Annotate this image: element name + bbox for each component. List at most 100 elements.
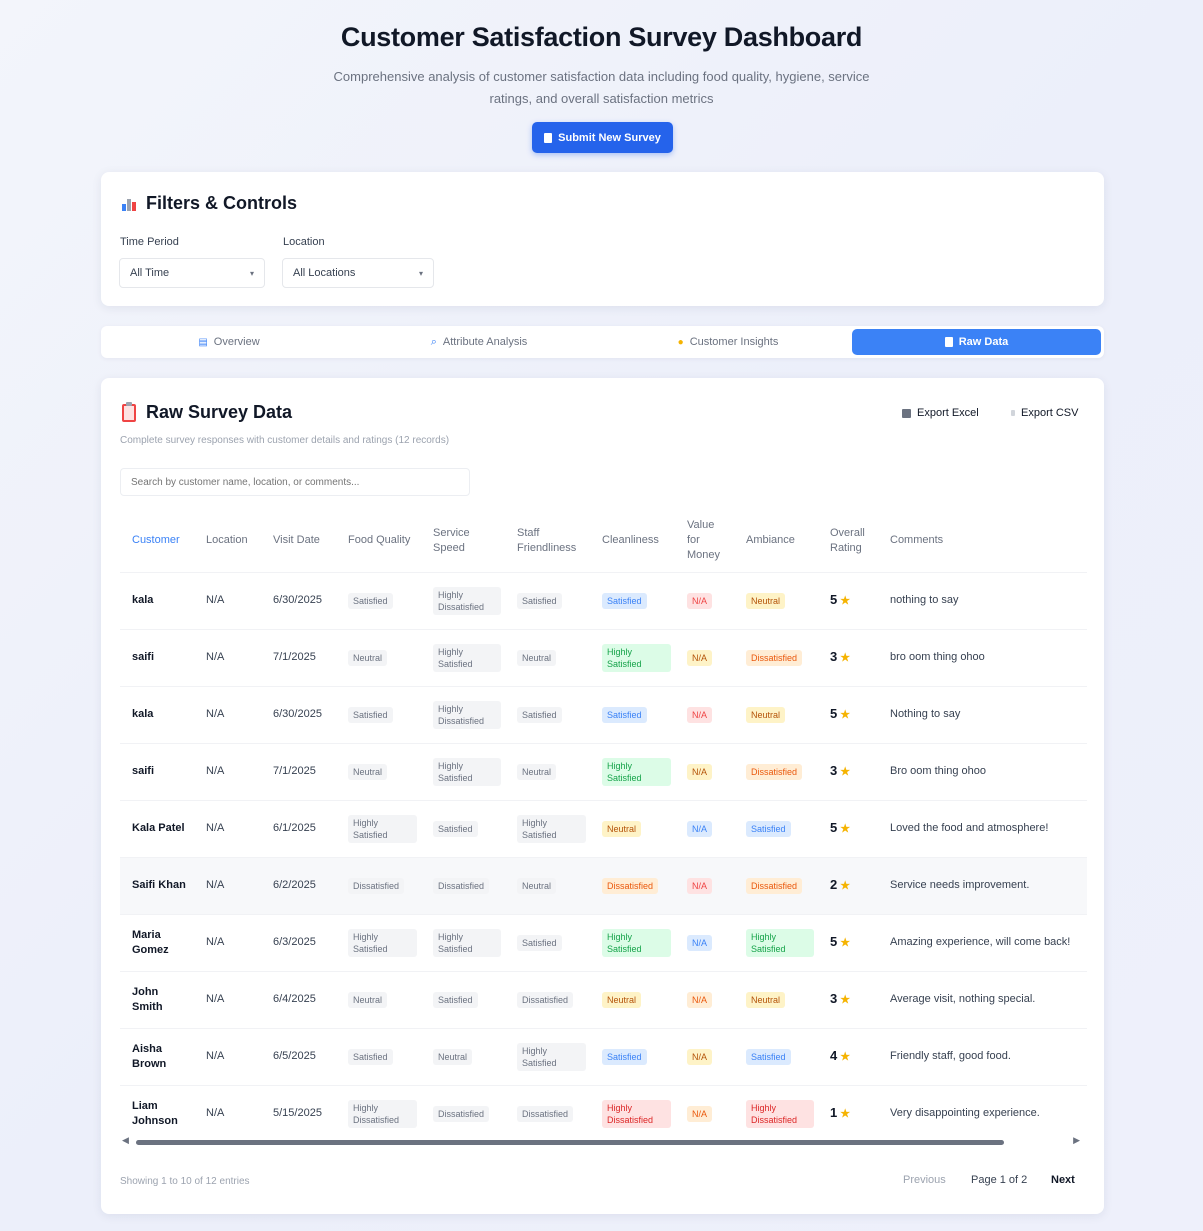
submit-new-survey-button[interactable]: Submit New Survey	[532, 122, 673, 153]
food-cell: Highly Satisfied	[336, 913, 421, 971]
rating-badge: Dissatisfied	[433, 877, 490, 894]
customer-cell: saifi	[120, 742, 194, 800]
rating-badge: N/A	[687, 934, 713, 951]
customer-cell: kala	[120, 685, 194, 743]
column-header[interactable]: Location	[194, 510, 261, 572]
scroll-right-icon[interactable]: ▶	[1073, 1135, 1080, 1146]
table-row[interactable]: John Smith N/A 6/4/2025 Neutral Satisfied Dis…	[120, 970, 1087, 1028]
food-cell: Satisfied	[336, 571, 421, 629]
page-subtitle: Comprehensive analysis of customer satis…	[333, 69, 870, 106]
clean-cell: Highly Dissatisfied	[590, 1084, 675, 1142]
staff-cell: Neutral	[505, 856, 590, 914]
rating-value: 3	[830, 763, 838, 778]
raw-data-card: Raw Survey Data Complete survey response…	[101, 378, 1104, 1214]
star-icon: ★	[840, 937, 851, 949]
ambiance-cell: Dissatisfied	[734, 742, 818, 800]
value-cell: N/A	[675, 856, 734, 914]
rating-badge: Satisfied	[602, 706, 647, 723]
location-cell: N/A	[194, 856, 261, 914]
rating-badge: N/A	[687, 877, 713, 894]
tab-attribute-analysis[interactable]: ⌕ Attribute Analysis	[354, 329, 604, 355]
rating-value: 2	[830, 877, 838, 892]
location-cell: N/A	[194, 628, 261, 686]
ambiance-cell: Highly Dissatisfied	[734, 1084, 818, 1142]
column-header[interactable]: Cleanliness	[590, 510, 675, 572]
search-input[interactable]	[120, 468, 470, 496]
column-header[interactable]: Staff Friendliness	[505, 510, 590, 572]
rating-badge: Highly Satisfied	[602, 928, 671, 957]
table-row[interactable]: kala N/A 6/30/2025 Satisfied Highly Dissatis…	[120, 685, 1087, 743]
value-cell: N/A	[675, 970, 734, 1028]
location-cell: N/A	[194, 913, 261, 971]
column-header[interactable]: Customer	[120, 510, 194, 572]
raw-data-title: Raw Survey Data	[122, 401, 292, 423]
comment-cell: Bro oom thing ohoo	[878, 742, 1087, 800]
ambiance-cell: Neutral	[734, 571, 818, 629]
tab-raw-data[interactable]: Raw Data	[852, 329, 1101, 355]
table-row[interactable]: Saifi Khan N/A 6/2/2025 Dissatisfied Dissati…	[120, 856, 1087, 914]
time-period-select[interactable]: All Time ▾	[119, 258, 265, 288]
chevron-down-icon: ▾	[418, 268, 423, 278]
table-row[interactable]: saifi N/A 7/1/2025 Neutral Highly Satisfied N…	[120, 742, 1087, 800]
horizontal-scrollbar[interactable]: ◀ ▶	[120, 1135, 1082, 1146]
overall-rating-cell: 3 ★	[818, 970, 878, 1028]
clean-cell: Highly Satisfied	[590, 913, 675, 971]
value-cell: N/A	[675, 628, 734, 686]
tab-customer-insights[interactable]: ● Customer Insights	[604, 329, 852, 355]
rating-badge: Satisfied	[348, 706, 393, 723]
previous-button[interactable]: Previous	[903, 1174, 946, 1186]
rating-badge: Highly Satisfied	[433, 757, 501, 786]
rating-badge: Dissatisfied	[348, 877, 405, 894]
date-cell: 6/1/2025	[261, 799, 336, 857]
bar-chart-icon	[122, 197, 138, 211]
document-icon	[544, 132, 553, 143]
comment-cell: Average visit, nothing special.	[878, 970, 1087, 1028]
export-excel-button[interactable]: Export Excel	[894, 402, 987, 424]
food-cell: Satisfied	[336, 685, 421, 743]
document-icon	[1011, 410, 1015, 416]
staff-cell: Dissatisfied	[505, 970, 590, 1028]
rating-badge: Dissatisfied	[746, 877, 803, 894]
table-row[interactable]: kala N/A 6/30/2025 Satisfied Highly Dissatis…	[120, 571, 1087, 629]
magnifier-icon: ⌕	[430, 335, 437, 348]
location-select[interactable]: All Locations ▾	[282, 258, 434, 288]
document-icon	[944, 337, 953, 347]
ambiance-cell: Satisfied	[734, 799, 818, 857]
scroll-left-icon[interactable]: ◀	[122, 1135, 129, 1146]
rating-badge: N/A	[687, 649, 713, 666]
next-button[interactable]: Next	[1051, 1174, 1075, 1186]
table-row[interactable]: saifi N/A 7/1/2025 Neutral Highly Satisfied N…	[120, 628, 1087, 686]
tab-overview[interactable]: ▤ Overview	[104, 329, 354, 355]
table-row[interactable]: Liam Johnson N/A 5/15/2025 Highly Dissatisf…	[120, 1084, 1087, 1142]
export-csv-button[interactable]: Export CSV	[1003, 402, 1086, 424]
service-cell: Satisfied	[421, 970, 505, 1028]
column-header[interactable]: Value for Money	[675, 510, 734, 572]
comment-cell: Nothing to say	[878, 685, 1087, 743]
scrollbar-thumb[interactable]	[136, 1140, 1004, 1145]
column-header[interactable]: Ambiance	[734, 510, 818, 572]
column-header[interactable]: Food Quality	[336, 510, 421, 572]
table-row[interactable]: Maria Gomez N/A 6/3/2025 Highly Satisfied Hi…	[120, 913, 1087, 971]
rating-badge: N/A	[687, 763, 713, 780]
tabs-bar: ▤ Overview ⌕ Attribute Analysis ● Custom…	[101, 326, 1104, 358]
spreadsheet-icon	[902, 408, 911, 418]
clean-cell: Highly Satisfied	[590, 742, 675, 800]
star-icon: ★	[840, 709, 851, 721]
page-indicator: Page 1 of 2	[971, 1174, 1028, 1186]
rating-value: 4	[830, 1048, 838, 1063]
service-cell: Highly Satisfied	[421, 742, 505, 800]
rating-badge: Highly Dissatisfied	[746, 1099, 814, 1128]
column-header[interactable]: Service Speed	[421, 510, 505, 572]
column-header[interactable]: Visit Date	[261, 510, 336, 572]
comment-cell: bro oom thing ohoo	[878, 628, 1087, 686]
rating-badge: Highly Satisfied	[602, 643, 671, 672]
rating-badge: Neutral	[746, 991, 786, 1008]
table-row[interactable]: Aisha Brown N/A 6/5/2025 Satisfied Neutral Hi…	[120, 1027, 1087, 1085]
column-header[interactable]: Comments	[878, 510, 1087, 572]
location-cell: N/A	[194, 970, 261, 1028]
table-row[interactable]: Kala Patel N/A 6/1/2025 Highly Satisfied Sat…	[120, 799, 1087, 857]
column-header[interactable]: Overall Rating	[818, 510, 878, 572]
food-cell: Dissatisfied	[336, 856, 421, 914]
service-cell: Dissatisfied	[421, 1084, 505, 1142]
rating-badge: Neutral	[433, 1048, 473, 1065]
